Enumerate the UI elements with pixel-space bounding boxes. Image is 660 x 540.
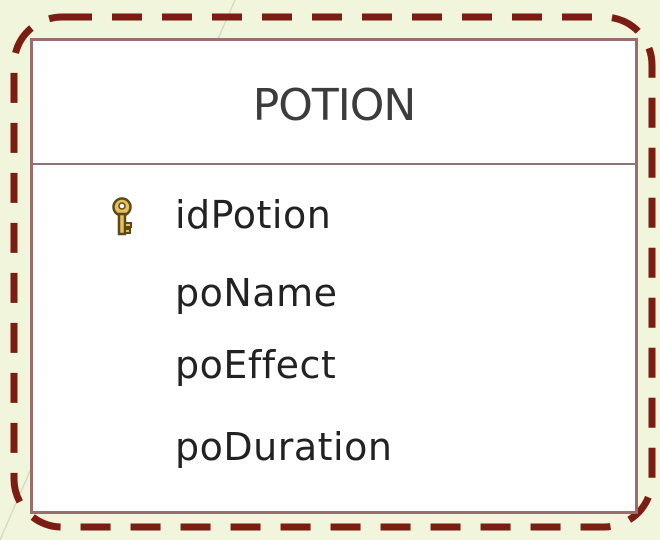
- field-row-poname[interactable]: poName: [33, 265, 635, 325]
- key-icon: [112, 197, 132, 236]
- entity-title: POTION: [252, 80, 417, 131]
- entity-header: POTION: [33, 41, 635, 165]
- field-name-poname: poName: [175, 271, 338, 315]
- field-row-poduration[interactable]: poDuration: [33, 419, 635, 479]
- field-row-idpotion[interactable]: idPotion: [33, 187, 635, 247]
- entity-table-potion[interactable]: POTION idPotion poName poEffect poDurati…: [30, 38, 638, 514]
- field-name-poduration: poDuration: [175, 425, 393, 469]
- field-row-poeffect[interactable]: poEffect: [33, 337, 635, 397]
- field-name-poeffect: poEffect: [175, 343, 337, 387]
- field-name-idpotion: idPotion: [175, 193, 332, 237]
